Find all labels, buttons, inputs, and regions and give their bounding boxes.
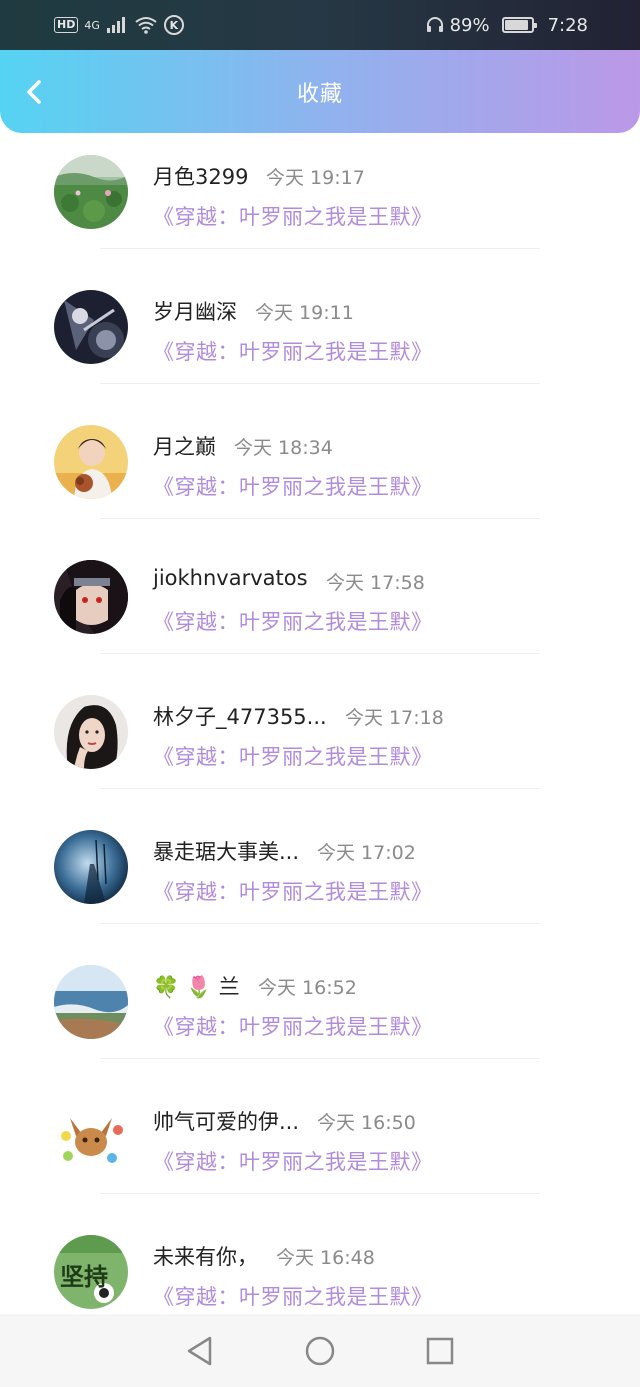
book-title-link[interactable]: 《穿越：叶罗丽之我是王默》 — [153, 1281, 433, 1311]
list-item[interactable]: 月色3299 今天 19:17 《穿越：叶罗丽之我是王默》 — [0, 135, 640, 270]
user-name: 暴走琚大事美... — [153, 840, 300, 864]
row-divider — [100, 1193, 540, 1194]
battery-icon — [501, 17, 537, 33]
user-name: 岁月幽深 — [153, 300, 237, 324]
favorite-time: 今天 19:11 — [255, 302, 354, 324]
avatar[interactable] — [54, 695, 128, 769]
favorite-time: 今天 16:50 — [317, 1112, 416, 1134]
favorite-time: 今天 17:18 — [345, 707, 444, 729]
avatar-text: 坚持 — [60, 1263, 108, 1291]
system-nav-bar — [0, 1314, 640, 1387]
user-name: jiokhnvarvatos — [153, 566, 308, 590]
nav-back-button[interactable] — [180, 1331, 220, 1371]
nav-recent-button[interactable] — [420, 1331, 460, 1371]
favorite-time: 今天 17:02 — [317, 842, 416, 864]
avatar[interactable] — [54, 290, 128, 364]
row-divider — [100, 248, 540, 249]
user-name: 月色3299 — [153, 165, 249, 189]
square-recent-icon — [426, 1337, 454, 1364]
list-item[interactable]: 坚持 未来有你， 今天 16:48 《穿越：叶罗丽之我是王默》 — [0, 1215, 640, 1314]
battery-percent: 89% — [449, 14, 490, 36]
triangle-back-icon — [187, 1336, 212, 1365]
book-title-link[interactable]: 《穿越：叶罗丽之我是王默》 — [153, 741, 433, 771]
user-name: 林夕子_477355... — [153, 705, 327, 729]
circle-home-icon — [305, 1336, 335, 1365]
avatar[interactable] — [54, 965, 128, 1039]
hd-badge: HD — [54, 17, 79, 33]
favorite-time: 今天 16:52 — [258, 977, 357, 999]
avatar[interactable]: 坚持 — [54, 1235, 128, 1309]
avatar[interactable] — [54, 830, 128, 904]
status-left: HD 4G K — [54, 15, 184, 35]
list-item[interactable]: 暴走琚大事美... 今天 17:02 《穿越：叶罗丽之我是王默》 — [0, 810, 640, 945]
header-bar: 收藏 — [0, 50, 640, 133]
row-divider — [100, 383, 540, 384]
status-right: 89% 7:28 — [426, 15, 588, 36]
row-divider — [100, 1058, 540, 1059]
list-item[interactable]: 帅气可爱的伊... 今天 16:50 《穿越：叶罗丽之我是王默》 — [0, 1080, 640, 1215]
book-title-link[interactable]: 《穿越：叶罗丽之我是王默》 — [153, 336, 433, 366]
book-title-link[interactable]: 《穿越：叶罗丽之我是王默》 — [153, 606, 433, 636]
user-name: 帅气可爱的伊... — [153, 1110, 300, 1134]
book-title-link[interactable]: 《穿越：叶罗丽之我是王默》 — [153, 876, 433, 906]
list-item[interactable]: 林夕子_477355... 今天 17:18 《穿越：叶罗丽之我是王默》 — [0, 675, 640, 810]
list-item[interactable]: 月之巅 今天 18:34 《穿越：叶罗丽之我是王默》 — [0, 405, 640, 540]
nav-home-button[interactable] — [300, 1331, 340, 1371]
list-item[interactable]: 🍀 🌷 兰今天 16:52 《穿越：叶罗丽之我是王默》 — [0, 945, 640, 1080]
chevron-left-icon — [27, 80, 41, 104]
row-divider — [100, 923, 540, 924]
avatar[interactable] — [54, 560, 128, 634]
avatar[interactable] — [54, 1100, 128, 1174]
favorite-time: 今天 16:48 — [276, 1247, 375, 1269]
list-item[interactable]: jiokhnvarvatos 今天 17:58 《穿越：叶罗丽之我是王默》 — [0, 540, 640, 675]
book-title-link[interactable]: 《穿越：叶罗丽之我是王默》 — [153, 201, 433, 231]
wifi-icon — [135, 17, 157, 34]
row-divider — [100, 518, 540, 519]
page-title: 收藏 — [296, 81, 343, 107]
user-name: 月之巅 — [153, 435, 216, 459]
list-item[interactable]: 岁月幽深 今天 19:11 《穿越：叶罗丽之我是王默》 — [0, 270, 640, 405]
favorite-time: 今天 18:34 — [234, 437, 333, 459]
favorite-time: 今天 17:58 — [326, 572, 425, 594]
row-divider — [100, 788, 540, 789]
back-button[interactable] — [18, 76, 50, 108]
book-title-link[interactable]: 《穿越：叶罗丽之我是王默》 — [153, 1146, 433, 1176]
avatar[interactable] — [54, 155, 128, 229]
favorite-time: 今天 19:17 — [266, 167, 365, 189]
headphones-icon — [426, 17, 443, 32]
user-name: 未来有你， — [153, 1245, 258, 1269]
book-title-link[interactable]: 《穿越：叶罗丽之我是王默》 — [153, 1011, 433, 1041]
favorites-list[interactable]: 月色3299 今天 19:17 《穿越：叶罗丽之我是王默》 岁月幽深 今天 19:11 《… — [0, 133, 640, 1314]
network-type: 4G — [84, 18, 100, 32]
user-name: 🍀 🌷 兰 — [153, 975, 240, 999]
clock: 7:28 — [547, 14, 588, 36]
book-title-link[interactable]: 《穿越：叶罗丽之我是王默》 — [153, 471, 433, 501]
signal-icon — [106, 17, 125, 33]
status-bar: HD 4G K 89% 7:28 — [0, 0, 640, 50]
avatar[interactable] — [54, 425, 128, 499]
row-divider — [100, 653, 540, 654]
k-icon: K — [163, 15, 184, 35]
